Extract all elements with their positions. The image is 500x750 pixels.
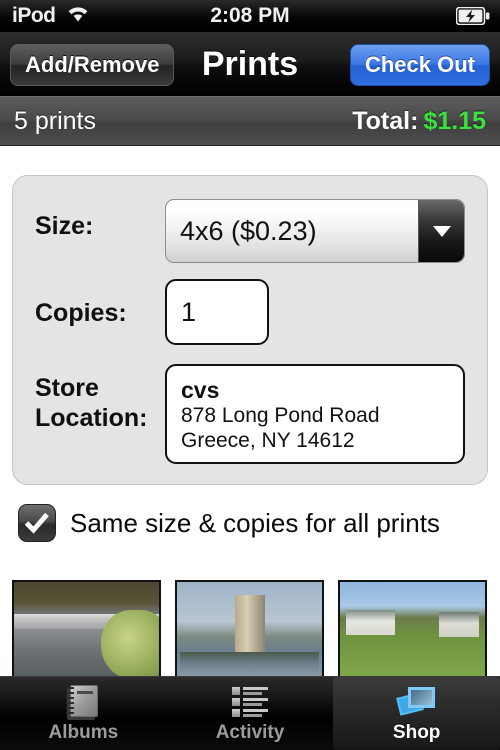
tab-bar: Albums Activity Shop [0,676,500,750]
tab-shop[interactable]: Shop [333,677,500,750]
thumbnail-waterfall[interactable] [12,580,161,678]
store-address-line1: 878 Long Pond Road [181,404,380,427]
store-location-field[interactable]: cvs 878 Long Pond Road Greece, NY 14612 [165,364,465,464]
total-label: Total: [352,106,419,135]
size-select[interactable]: 4x6 ($0.23) [165,199,465,263]
store-location-label-line2: Location: [35,404,148,432]
photos-shop-icon [395,683,438,719]
size-select-value: 4x6 ($0.23) [180,215,317,246]
clock-label: 2:08 PM [210,4,290,27]
thumbnail-tower[interactable] [175,580,324,678]
total-value: $1.15 [423,106,486,135]
store-location-label-line1: Store [35,374,99,402]
same-size-checkbox[interactable] [18,504,56,542]
status-bar: iPod 2:08 PM [0,0,500,32]
size-label: Size: [35,212,94,240]
check-out-button[interactable]: Check Out [349,44,490,86]
print-options-panel: Size: 4x6 ($0.23) Copies: 1 Store Locati… [12,175,488,485]
store-name: cvs [181,377,220,403]
tab-albums-label: Albums [48,722,119,743]
navigation-bar: Add/Remove Prints Check Out [0,32,500,96]
copies-label: Copies: [35,299,127,327]
tab-shop-label: Shop [392,722,441,743]
copies-input[interactable]: 1 [165,279,269,345]
prints-count-label: 5 prints [14,106,96,135]
store-location-label: Store Location: [35,373,148,433]
store-address-line2: Greece, NY 14612 [181,429,355,452]
chevron-down-icon [432,225,451,237]
checkmark-icon [24,512,49,534]
same-size-label: Same size & copies for all prints [70,507,440,538]
same-size-row[interactable]: Same size & copies for all prints [18,504,440,542]
battery-charging-icon [455,6,490,30]
summary-bar: 5 prints Total: $1.15 [0,96,500,146]
photo-album-icon [62,683,104,720]
app-screen: iPod 2:08 PM Add/Remove Prints Check Out… [0,0,500,750]
size-select-arrow-button[interactable] [418,200,464,262]
print-thumbnail-strip [12,580,488,678]
tab-activity-label: Activity [215,722,285,743]
order-total: Total: $1.15 [352,107,486,136]
copies-input-value: 1 [181,296,197,327]
activity-list-icon [229,683,271,719]
tab-albums[interactable]: Albums [0,677,167,750]
tab-activity[interactable]: Activity [167,677,334,750]
check-out-button-label: Check Out [364,52,475,77]
thumbnail-houses[interactable] [338,580,487,678]
